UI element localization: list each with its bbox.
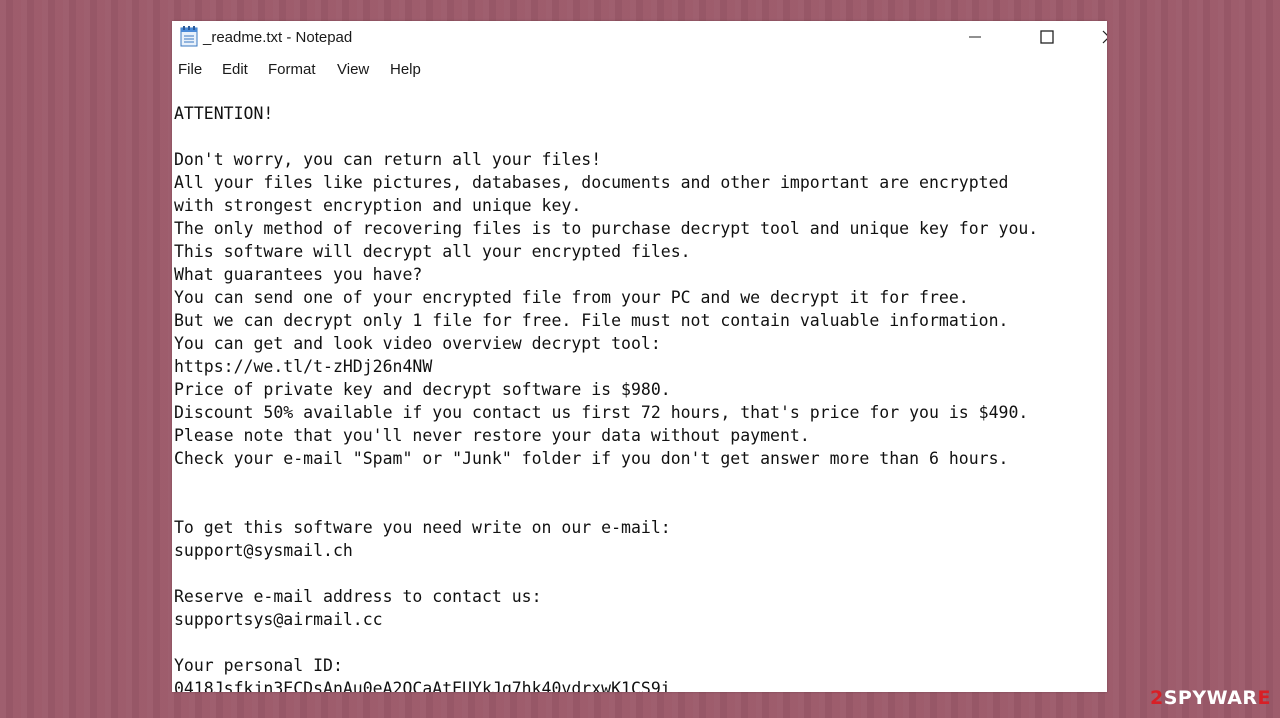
menu-edit[interactable]: Edit <box>222 61 248 78</box>
text-line: Your personal ID: <box>174 656 343 675</box>
text-line: Discount 50% available if you contact us… <box>174 403 1029 422</box>
text-line: Check your e-mail "Spam" or "Junk" folde… <box>174 449 1009 468</box>
notepad-window: _readme.txt - Notepad File Edit Format V… <box>172 21 1107 692</box>
watermark-suffix: E <box>1257 687 1272 709</box>
minimize-icon <box>969 36 981 38</box>
close-button[interactable] <box>1086 21 1107 53</box>
watermark-prefix: 2 <box>1150 687 1164 709</box>
text-line: All your files like pictures, databases,… <box>174 173 1009 192</box>
text-line: The only method of recovering files is t… <box>174 219 1039 238</box>
text-line: Price of private key and decrypt softwar… <box>174 380 671 399</box>
text-line: ATTENTION! <box>174 104 274 123</box>
title-bar[interactable]: _readme.txt - Notepad <box>172 21 1107 55</box>
text-line: support@sysmail.ch <box>174 541 353 560</box>
maximize-button[interactable] <box>1024 21 1070 53</box>
window-title: _readme.txt - Notepad <box>203 29 353 46</box>
text-line: You can get and look video overview decr… <box>174 334 661 353</box>
text-line: supportsys@airmail.cc <box>174 610 383 629</box>
text-line: with strongest encryption and unique key… <box>174 196 582 215</box>
text-line: https://we.tl/t-zHDj26n4NW <box>174 357 433 376</box>
menu-format[interactable]: Format <box>268 61 316 78</box>
minimize-button[interactable] <box>952 21 998 53</box>
menu-view[interactable]: View <box>337 61 369 78</box>
watermark-logo: 2SPYWARE <box>1150 687 1271 709</box>
text-line: But we can decrypt only 1 file for free.… <box>174 311 1009 330</box>
text-line: To get this software you need write on o… <box>174 518 671 537</box>
text-line: You can send one of your encrypted file … <box>174 288 969 307</box>
text-line: Please note that you'll never restore yo… <box>174 426 810 445</box>
menu-bar: File Edit Format View Help <box>172 57 1107 83</box>
text-editor[interactable]: ATTENTION! Don't worry, you can return a… <box>172 83 1107 692</box>
text-line: What guarantees you have? <box>174 265 423 284</box>
close-icon <box>1102 30 1107 44</box>
text-line: This software will decrypt all your encr… <box>174 242 691 261</box>
notepad-icon <box>180 26 198 47</box>
menu-help[interactable]: Help <box>390 61 421 78</box>
menu-file[interactable]: File <box>178 61 202 78</box>
maximize-icon <box>1040 30 1054 44</box>
watermark-text: SPYWAR <box>1163 687 1258 709</box>
text-line: 0418Jsfkjn3ECDsAnAu0eA2QCaAtEUYkJq7hk40v… <box>174 679 671 692</box>
text-line: Don't worry, you can return all your fil… <box>174 150 602 169</box>
text-line: Reserve e-mail address to contact us: <box>174 587 542 606</box>
